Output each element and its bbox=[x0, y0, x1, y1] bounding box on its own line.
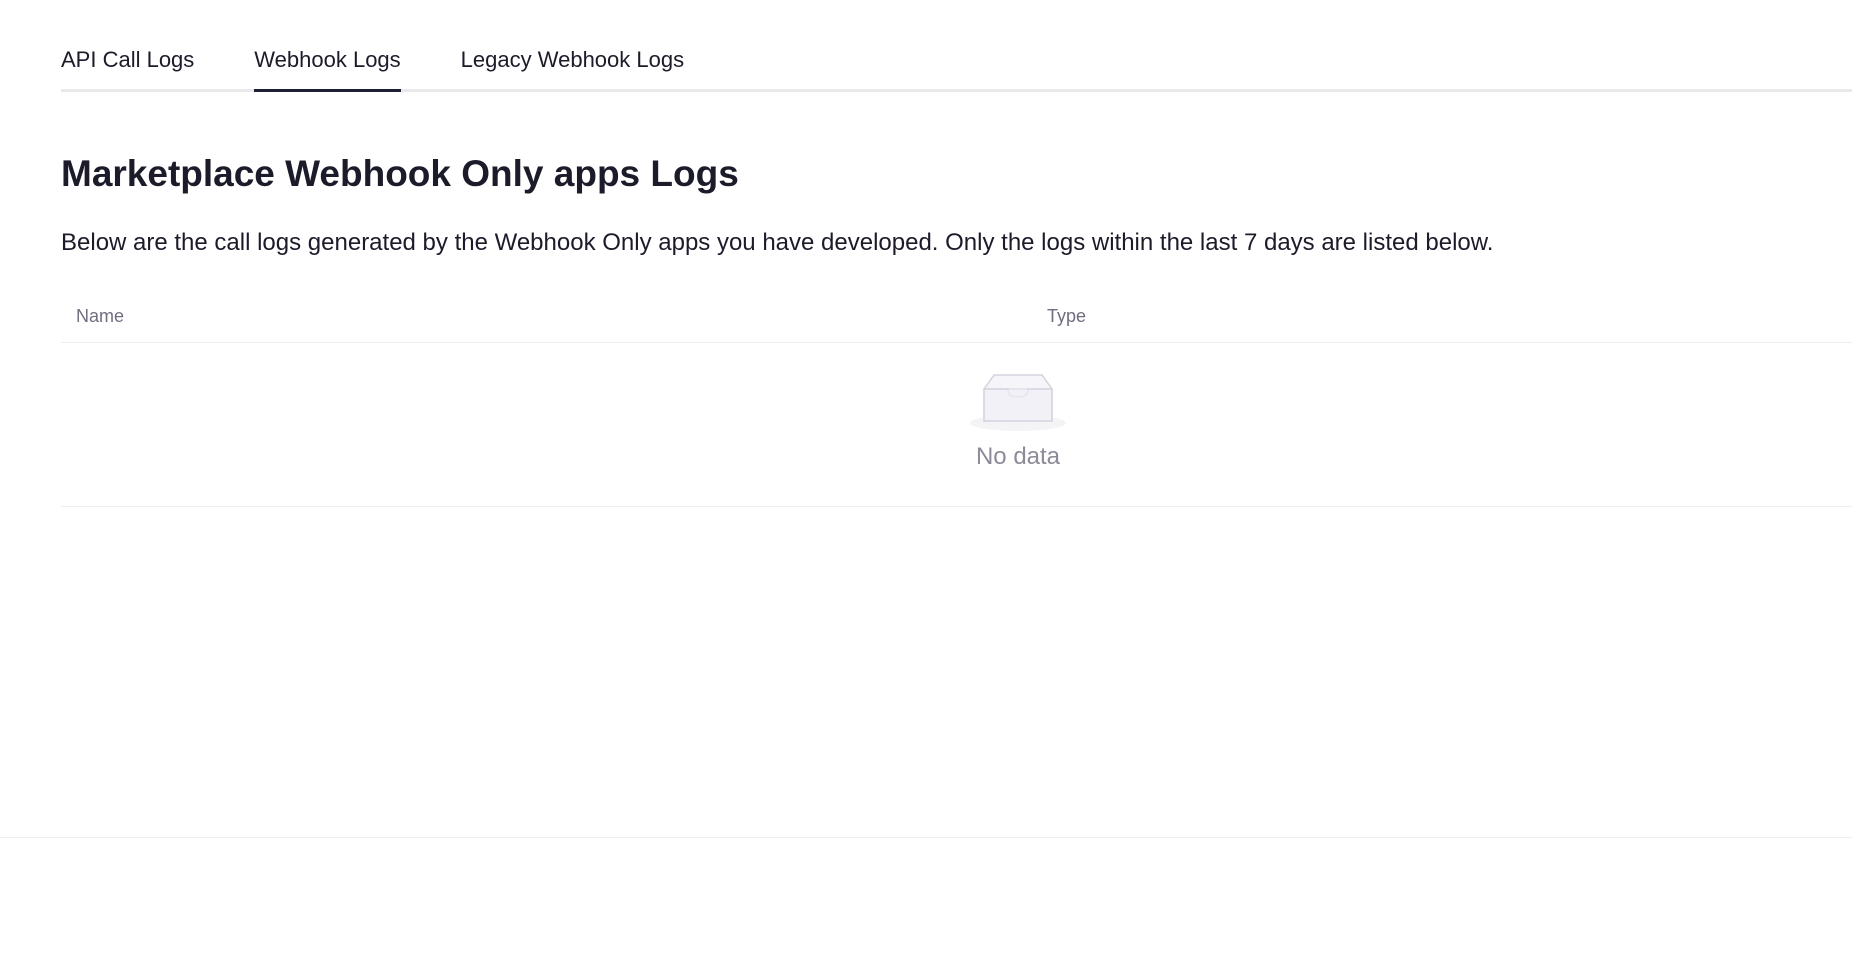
log-tabs: API Call Logs Webhook Logs Legacy Webhoo… bbox=[61, 40, 1852, 92]
tab-webhook-logs[interactable]: Webhook Logs bbox=[254, 40, 402, 92]
page-title: Marketplace Webhook Only apps Logs bbox=[61, 153, 739, 194]
table-header: Name Type bbox=[61, 290, 1852, 343]
tab-api-call-logs[interactable]: API Call Logs bbox=[61, 40, 194, 89]
column-header-type[interactable]: Type bbox=[1047, 304, 1086, 328]
page: API Call Logs Webhook Logs Legacy Webhoo… bbox=[0, 0, 1852, 961]
inbox-icon bbox=[970, 374, 1066, 431]
empty-state-text: No data bbox=[975, 443, 1061, 470]
footer-divider bbox=[0, 837, 1852, 838]
column-header-name[interactable]: Name bbox=[76, 304, 124, 328]
tab-legacy-webhook-logs[interactable]: Legacy Webhook Logs bbox=[461, 40, 684, 89]
page-description: Below are the call logs generated by the… bbox=[61, 229, 1494, 256]
empty-state: No data bbox=[61, 343, 1852, 507]
logs-table: Name Type No data bbox=[61, 290, 1852, 507]
